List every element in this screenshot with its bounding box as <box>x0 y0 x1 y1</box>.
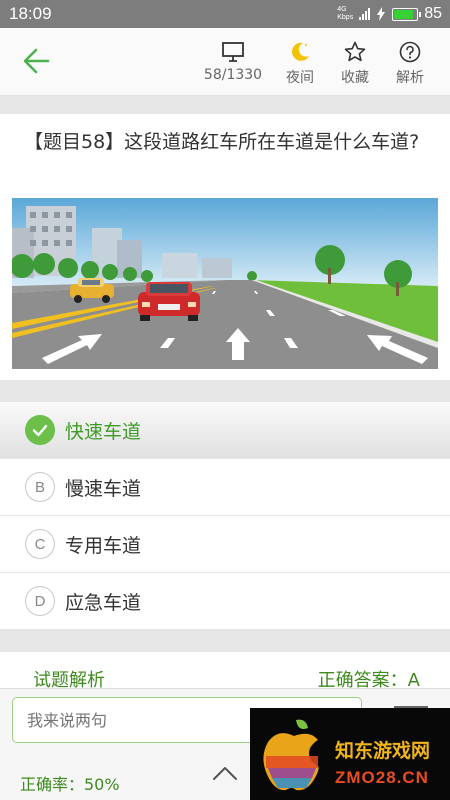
night-mode-button[interactable]: 夜间 <box>282 40 318 87</box>
question-circle-icon <box>392 40 428 64</box>
checkmark-icon <box>25 415 55 445</box>
question-text: 【题目58】这段道路红车所在车道是什么车道? <box>24 131 420 153</box>
status-icons: 4G Kbps 85 <box>337 5 442 23</box>
option-letter: D <box>25 586 55 616</box>
battery-icon <box>392 7 422 21</box>
option-text: 应急车道 <box>65 591 142 614</box>
watermark-title: 知东游戏网 <box>335 740 431 762</box>
option-a[interactable]: 快速车道 <box>0 402 450 459</box>
network-speed: Kbps <box>337 14 354 21</box>
favorite-label: 收藏 <box>341 70 369 86</box>
option-letter: B <box>25 472 55 502</box>
option-d[interactable]: D 应急车道 <box>0 573 450 630</box>
charging-icon <box>377 7 386 21</box>
separator <box>0 96 450 114</box>
network-type: 4G <box>337 6 347 13</box>
option-text: 快速车道 <box>65 420 142 443</box>
star-icon <box>337 40 373 64</box>
explain-button[interactable]: 解析 <box>392 40 428 87</box>
apple-logo-icon <box>263 719 319 791</box>
status-time: 18:09 <box>9 4 52 23</box>
separator <box>0 630 450 652</box>
option-text: 专用车道 <box>65 534 142 557</box>
night-mode-label: 夜间 <box>286 70 314 86</box>
network-indicator: 4G Kbps <box>337 6 353 22</box>
favorite-button[interactable]: 收藏 <box>337 40 373 87</box>
moon-icon <box>282 40 318 64</box>
separator <box>0 380 450 402</box>
watermark: 知东游戏网 ZMO28.CN <box>250 708 450 800</box>
back-arrow-icon[interactable] <box>18 42 56 80</box>
toolbar: 58/1330 夜间 收藏 解析 <box>0 28 450 96</box>
chevron-up-icon[interactable] <box>210 763 240 783</box>
watermark-url: ZMO28.CN <box>335 768 429 787</box>
analysis-header: 试题解析 正确答案：A <box>0 652 450 692</box>
monitor-icon <box>202 40 264 64</box>
progress-label: 58/1330 <box>203 67 263 83</box>
road-scene-image <box>12 198 438 369</box>
option-c[interactable]: C 专用车道 <box>0 516 450 573</box>
explain-label: 解析 <box>396 70 424 86</box>
question-card: 【题目58】这段道路红车所在车道是什么车道? <box>0 114 450 380</box>
progress-button[interactable]: 58/1330 <box>202 40 264 83</box>
option-text: 慢速车道 <box>65 477 142 500</box>
status-bar: 18:09 4G Kbps 85 <box>0 0 450 28</box>
signal-icon <box>359 8 371 20</box>
option-b[interactable]: B 慢速车道 <box>0 459 450 516</box>
battery-percent: 85 <box>424 5 442 22</box>
option-letter: C <box>25 529 55 559</box>
accuracy-rate: 正确率：50% <box>20 775 120 794</box>
